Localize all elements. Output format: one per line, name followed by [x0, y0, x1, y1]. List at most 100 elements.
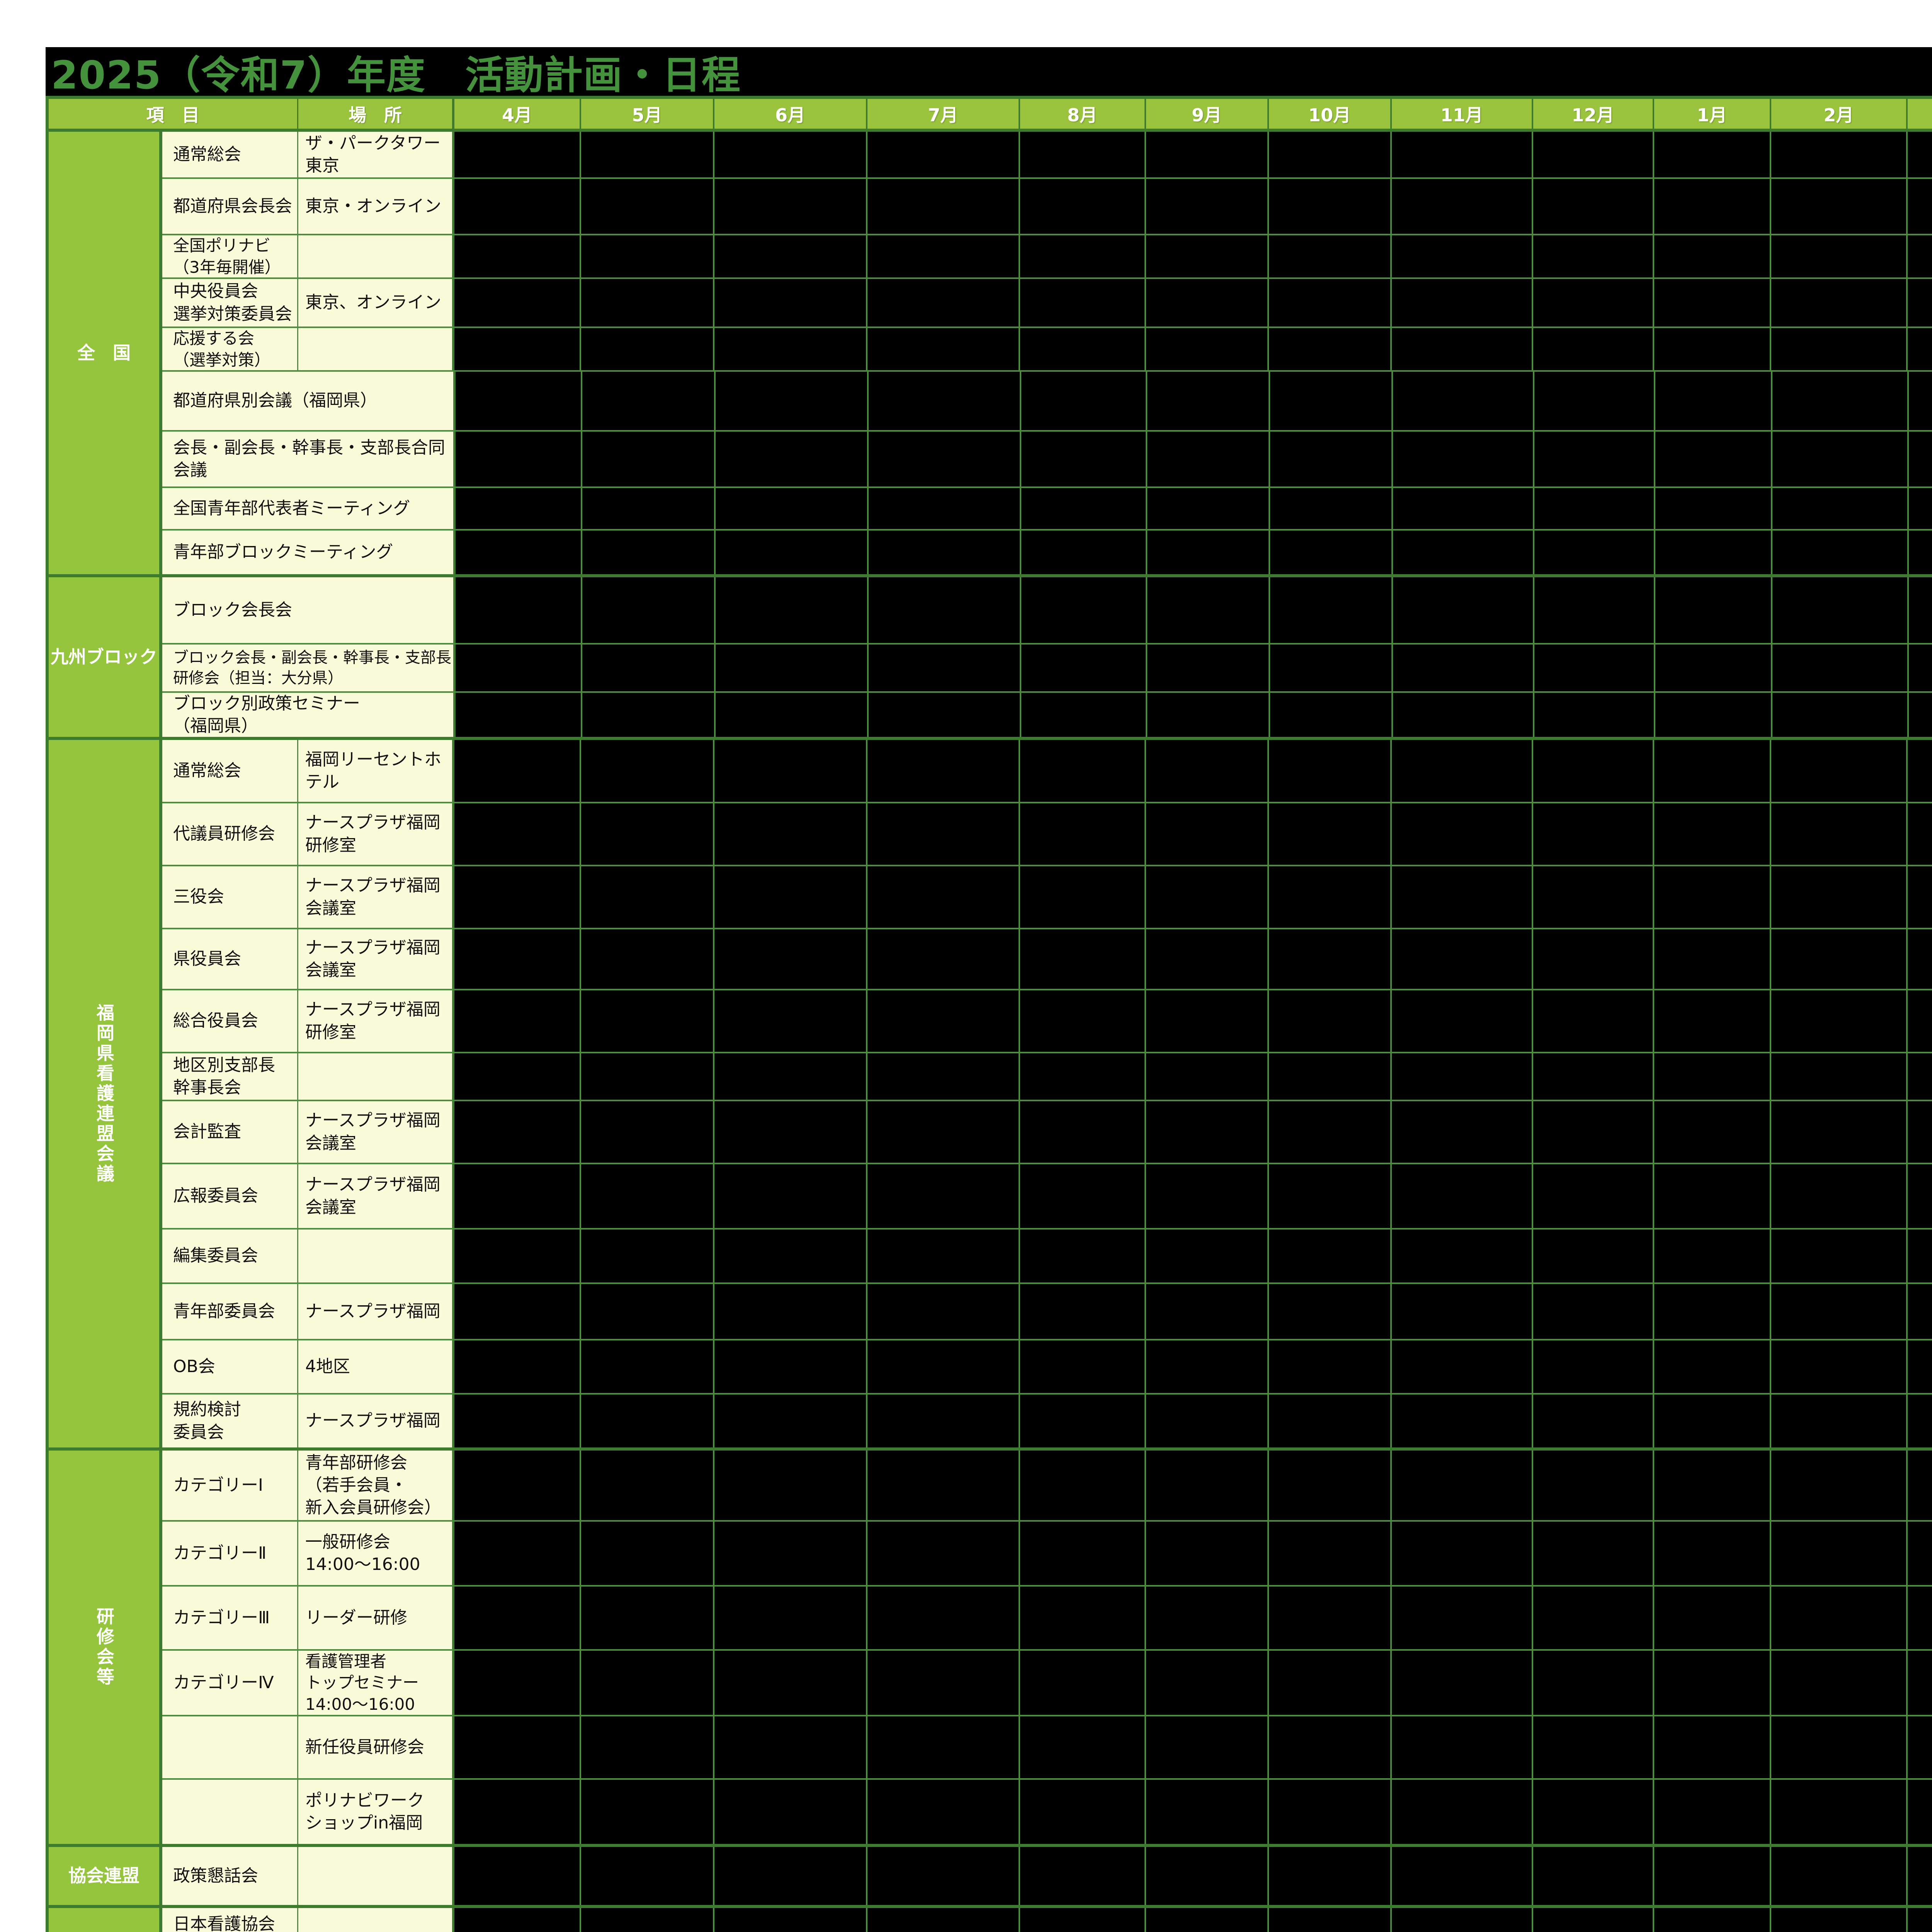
month-cell — [1019, 1587, 1145, 1649]
month-cell — [1654, 693, 1771, 737]
month-cell — [866, 1395, 1019, 1447]
month-cell — [1532, 1716, 1653, 1778]
item-cell: カテゴリーⅡ — [162, 1522, 297, 1585]
month-cell — [866, 1230, 1019, 1282]
month-cell — [1145, 1340, 1267, 1393]
month-cell — [1020, 645, 1146, 691]
month-cell — [1267, 803, 1390, 865]
month-cell — [1391, 488, 1533, 529]
month-cell — [452, 1908, 580, 1932]
month-cell — [713, 1522, 866, 1585]
month-cell — [580, 328, 713, 370]
section-label: 研修会等 — [49, 1451, 162, 1844]
month-cell — [866, 1164, 1019, 1228]
month-cell — [1390, 990, 1532, 1052]
item-cell: 都道府県別会議（福岡県） — [162, 372, 453, 430]
item-cell: 全国青年部代表者ミーティング — [162, 488, 453, 529]
month-cell — [1146, 531, 1269, 574]
month-cell — [1390, 235, 1532, 277]
schedule-row: 広報委員会 ナースプラザ福岡 会議室 — [162, 1163, 1932, 1228]
month-cell — [452, 279, 580, 327]
item-cell: 日本看護協会 通常総会 — [162, 1908, 297, 1932]
place-cell — [297, 1230, 452, 1282]
month-cell — [1654, 531, 1771, 574]
month-cell — [1019, 328, 1145, 370]
month-cell — [714, 372, 867, 430]
month-cell — [1145, 803, 1267, 865]
month-cell — [1654, 488, 1771, 529]
month-cell — [1770, 1847, 1906, 1905]
month-cell — [1533, 531, 1654, 574]
month-cell — [1906, 1230, 1932, 1282]
month-cell — [580, 1451, 713, 1520]
month-cell — [1390, 740, 1532, 802]
month-cell — [1906, 1053, 1932, 1100]
month-cell — [1019, 235, 1145, 277]
month-cell — [1146, 372, 1269, 430]
month-cell — [1532, 1101, 1653, 1163]
schedule-row: 地区別支部長 幹事長会 — [162, 1052, 1932, 1100]
month-cell — [866, 1587, 1019, 1649]
item-cell: ブロック別政策セミナー （福岡県） — [162, 693, 453, 737]
month-cell — [1533, 372, 1654, 430]
month-cell — [1906, 1780, 1932, 1844]
month-cell — [1267, 1716, 1390, 1778]
month-cell — [1906, 1587, 1932, 1649]
month-cell — [452, 1651, 580, 1715]
month-cell — [1145, 990, 1267, 1052]
place-cell: 青年部研修会 （若手会員・ 新入会員研修会） — [297, 1451, 452, 1520]
month-cell — [1390, 1340, 1532, 1393]
month-cell — [1770, 1651, 1906, 1715]
month-cell — [1019, 990, 1145, 1052]
month-cell — [452, 1716, 580, 1778]
month-cell — [1391, 531, 1533, 574]
schedule-row: カテゴリーⅠ 青年部研修会 （若手会員・ 新入会員研修会） — [162, 1451, 1932, 1520]
month-cell — [1653, 328, 1770, 370]
schedule-row: 中央役員会 選挙対策委員会 東京、オンライン — [162, 277, 1932, 327]
month-cell — [452, 1053, 580, 1100]
month-cell — [1532, 1451, 1653, 1520]
month-cell — [1770, 1395, 1906, 1447]
page-title: 2025（令和7）年度 活動計画・日程 — [51, 52, 741, 98]
section-label: 福岡県看護連盟会議 — [49, 740, 162, 1447]
month-cell — [866, 1340, 1019, 1393]
section-label: 協会連盟 — [49, 1847, 162, 1905]
section-kyokai-renmei: 協会連盟 政策懇話会 — [49, 1844, 1932, 1905]
month-cell — [1906, 1451, 1932, 1520]
item-cell: 青年部ブロックミーティング — [162, 531, 453, 574]
place-cell: 一般研修会 14:00～16:00 — [297, 1522, 452, 1585]
month-cell — [713, 1101, 866, 1163]
month-cell — [1653, 929, 1770, 989]
month-cell — [1146, 577, 1269, 643]
place-cell: 看護管理者 トップセミナー 14:00～16:00 — [297, 1651, 452, 1715]
month-cell — [1020, 693, 1146, 737]
month-cell — [581, 693, 714, 737]
month-cell — [452, 1451, 580, 1520]
item-cell: カテゴリーⅠ — [162, 1451, 297, 1520]
month-cell — [1532, 1230, 1653, 1282]
month-cell — [1907, 432, 1932, 486]
place-cell — [297, 328, 452, 370]
month-cell — [1653, 1451, 1770, 1520]
month-cell — [1020, 531, 1146, 574]
month-cell — [1532, 1587, 1653, 1649]
month-cell — [1019, 1847, 1145, 1905]
header-month: 2月 — [1770, 99, 1906, 129]
month-cell — [1391, 645, 1533, 691]
section-rows: 政策懇話会 — [162, 1847, 1932, 1905]
month-cell — [1770, 1522, 1906, 1585]
header-month: 6月 — [713, 99, 866, 129]
month-cell — [1019, 1101, 1145, 1163]
month-cell — [1019, 1651, 1145, 1715]
place-cell: 東京、オンライン — [297, 279, 452, 327]
month-cell — [1771, 577, 1907, 643]
month-cell — [1019, 929, 1145, 989]
month-cell — [1391, 432, 1533, 486]
month-cell — [713, 1908, 866, 1932]
item-cell: OB会 — [162, 1340, 297, 1393]
table-header-row: 項 目 場 所 4月5月6月7月8月9月10月11月12月1月2月3月 — [49, 99, 1932, 132]
month-cell — [1654, 645, 1771, 691]
month-cell — [1771, 645, 1907, 691]
month-cell — [1770, 328, 1906, 370]
section-rows: カテゴリーⅠ 青年部研修会 （若手会員・ 新入会員研修会） カテゴリーⅡ 一般研修会 … — [162, 1451, 1932, 1844]
